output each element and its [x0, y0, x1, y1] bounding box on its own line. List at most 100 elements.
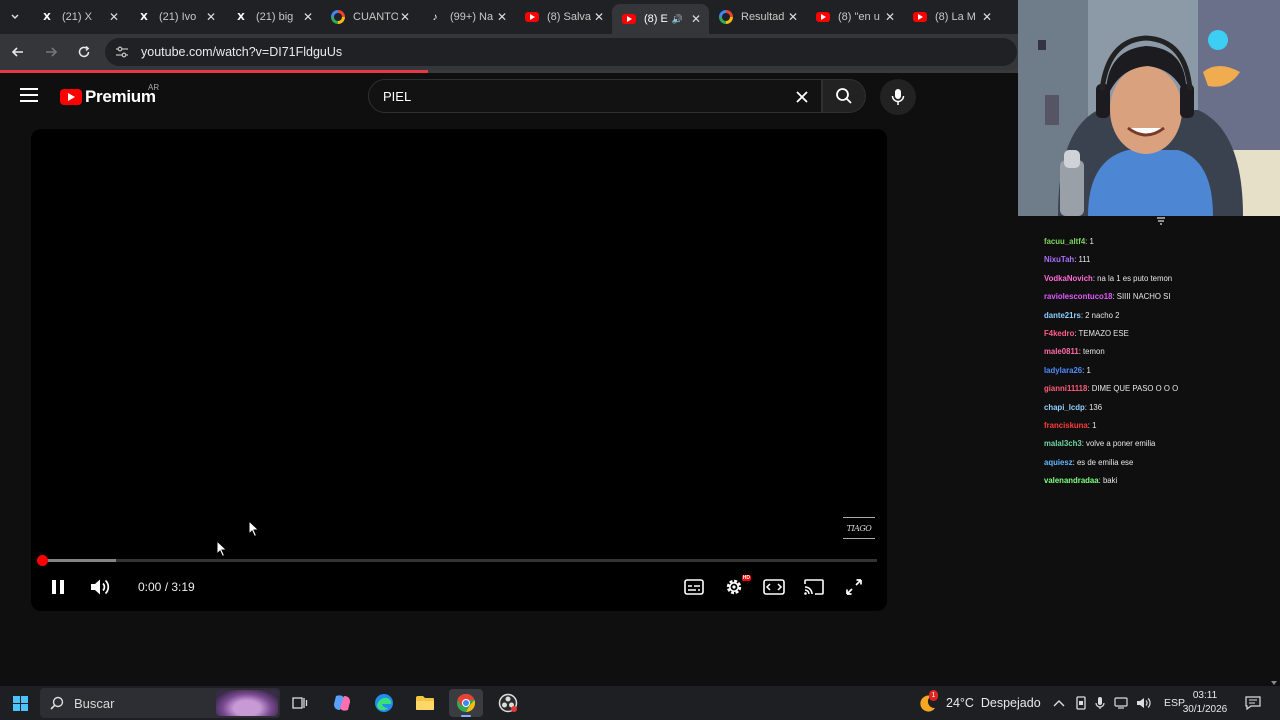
browser-tab[interactable]: (8) "en u ✕	[806, 0, 903, 34]
chat-username[interactable]: valenandradaa	[1044, 476, 1099, 485]
site-info-icon[interactable]	[115, 46, 129, 58]
chat-username[interactable]: NixuTah	[1044, 255, 1074, 264]
copilot-button[interactable]	[325, 689, 359, 717]
browser-tab[interactable]: X (21) X ✕	[30, 0, 127, 34]
network-icon[interactable]	[1114, 697, 1128, 709]
scrubber-handle[interactable]	[37, 555, 48, 566]
task-view-icon	[292, 697, 308, 709]
close-tab-icon[interactable]: ✕	[495, 10, 509, 24]
close-tab-icon[interactable]: ✕	[786, 10, 800, 24]
chat-text: : 1	[1082, 365, 1091, 375]
close-tab-icon[interactable]: ✕	[107, 10, 121, 24]
back-button[interactable]	[3, 37, 33, 67]
cast-button[interactable]	[799, 569, 829, 605]
mouse-cursor-icon	[216, 540, 228, 558]
youtube-icon	[913, 10, 927, 24]
subtitles-button[interactable]	[679, 569, 709, 605]
channel-watermark[interactable]: TIAGO	[843, 517, 875, 539]
chat-username[interactable]: raviolescontuco18	[1044, 292, 1112, 301]
reload-button[interactable]	[69, 37, 99, 67]
chat-message: chapi_lcdp: 136	[1044, 402, 1274, 420]
guide-menu-button[interactable]	[20, 88, 38, 102]
fullscreen-button[interactable]	[839, 569, 869, 605]
address-bar[interactable]: youtube.com/watch?v=DI71FldguUs	[105, 38, 1017, 66]
clear-search-icon[interactable]	[795, 90, 809, 104]
chat-username[interactable]: aquiesz	[1044, 458, 1073, 467]
google-icon	[719, 10, 733, 24]
search-button[interactable]	[822, 79, 866, 113]
windows-taskbar: Buscar 1 24°C Despejado ESP 03:11 30/1/2…	[0, 686, 1280, 720]
obs-button[interactable]	[491, 689, 525, 717]
close-tab-icon[interactable]: ✕	[398, 10, 412, 24]
chat-message: malal3ch3: volve a poner emilia	[1044, 438, 1274, 456]
youtube-play-icon	[60, 89, 82, 105]
chat-message: NixuTah: 111	[1044, 254, 1274, 272]
chat-text: : SIIII NACHO SI	[1112, 292, 1171, 302]
search-icon	[50, 696, 64, 710]
copilot-icon	[334, 695, 350, 711]
close-tab-icon[interactable]: ✕	[689, 12, 703, 26]
search-input[interactable]: PIEL	[368, 79, 822, 113]
chat-username[interactable]: VodkaNovich	[1044, 274, 1093, 283]
search-query: PIEL	[383, 88, 412, 104]
tab-title: CUANTO	[353, 11, 398, 23]
browser-tab[interactable]: X (21) big ✕	[224, 0, 321, 34]
video-player[interactable]: TIAGO 0:00 / 3:19 HD	[31, 129, 887, 611]
close-tab-icon[interactable]: ✕	[204, 10, 218, 24]
x-logo-icon: X	[237, 11, 245, 23]
tab-title: Resultad	[741, 11, 785, 23]
notification-icon	[1245, 696, 1261, 710]
chevron-up-icon[interactable]	[1053, 698, 1065, 708]
speaker-icon[interactable]	[1136, 697, 1152, 709]
start-button[interactable]	[3, 689, 37, 717]
volume-button[interactable]	[87, 569, 115, 605]
task-view-button[interactable]	[283, 689, 317, 717]
chat-text: : na la 1 es puto temon	[1092, 273, 1173, 283]
chrome-button[interactable]	[449, 689, 483, 717]
chat-username[interactable]: malal3ch3	[1044, 439, 1082, 448]
tablet-icon[interactable]	[1075, 696, 1087, 710]
tab-search-button[interactable]	[0, 0, 30, 34]
chat-text: : baki	[1098, 476, 1118, 486]
browser-tab[interactable]: Resultad ✕	[709, 0, 806, 34]
chat-username[interactable]: ladylara26	[1044, 366, 1082, 375]
chat-username[interactable]: franciskuna	[1044, 421, 1088, 430]
collapse-chat-icon[interactable]	[1156, 217, 1166, 225]
chat-username[interactable]: male0811	[1044, 347, 1079, 356]
youtube-premium-logo[interactable]: Premium AR	[60, 83, 159, 107]
browser-tab[interactable]: CUANTO ✕	[321, 0, 418, 34]
chat-message: aquiesz: es de emilia ese	[1044, 457, 1274, 475]
notifications-button[interactable]	[1245, 686, 1261, 720]
close-tab-icon[interactable]: ✕	[301, 10, 315, 24]
reload-icon	[78, 45, 90, 58]
edge-browser-button[interactable]	[367, 689, 401, 717]
browser-tab[interactable]: (8) La M ✕	[903, 0, 1000, 34]
settings-button[interactable]: HD	[719, 569, 751, 605]
subtitles-icon	[684, 579, 704, 595]
microphone-icon[interactable]	[1095, 696, 1105, 710]
chat-username[interactable]: dante21rs	[1044, 311, 1081, 320]
weather-widget[interactable]: 1 24°C Despejado	[918, 686, 1041, 720]
close-tab-icon[interactable]: ✕	[883, 10, 897, 24]
chat-username[interactable]: facuu_altf4	[1044, 237, 1085, 246]
chat-username[interactable]: F4kedro	[1044, 329, 1074, 338]
chat-username[interactable]: gianni11118	[1044, 384, 1087, 393]
theater-mode-button[interactable]	[759, 569, 789, 605]
close-tab-icon[interactable]: ✕	[592, 10, 606, 24]
browser-tab[interactable]: ♪ (99+) Na ✕	[418, 0, 515, 34]
chat-text: : volve a poner emilia	[1081, 439, 1156, 449]
forward-button[interactable]	[36, 37, 66, 67]
close-tab-icon[interactable]: ✕	[980, 10, 994, 24]
taskbar-search[interactable]: Buscar	[40, 688, 280, 718]
chat-text: : 2 nacho 2	[1080, 310, 1120, 320]
browser-tab[interactable]: X (21) Ivo ✕	[127, 0, 224, 34]
voice-search-button[interactable]	[880, 79, 916, 115]
file-explorer-button[interactable]	[408, 689, 442, 717]
browser-tab[interactable]: (8) Salva ✕	[515, 0, 612, 34]
browser-tab[interactable]: (8) E 🔊 ✕	[612, 4, 709, 34]
taskbar-clock[interactable]: 03:11 30/1/2026	[1180, 689, 1230, 717]
video-progress-bar[interactable]	[37, 555, 877, 566]
tab-audio-icon[interactable]: 🔊	[672, 14, 683, 25]
pause-button[interactable]	[45, 569, 71, 605]
chat-username[interactable]: chapi_lcdp	[1044, 403, 1085, 412]
